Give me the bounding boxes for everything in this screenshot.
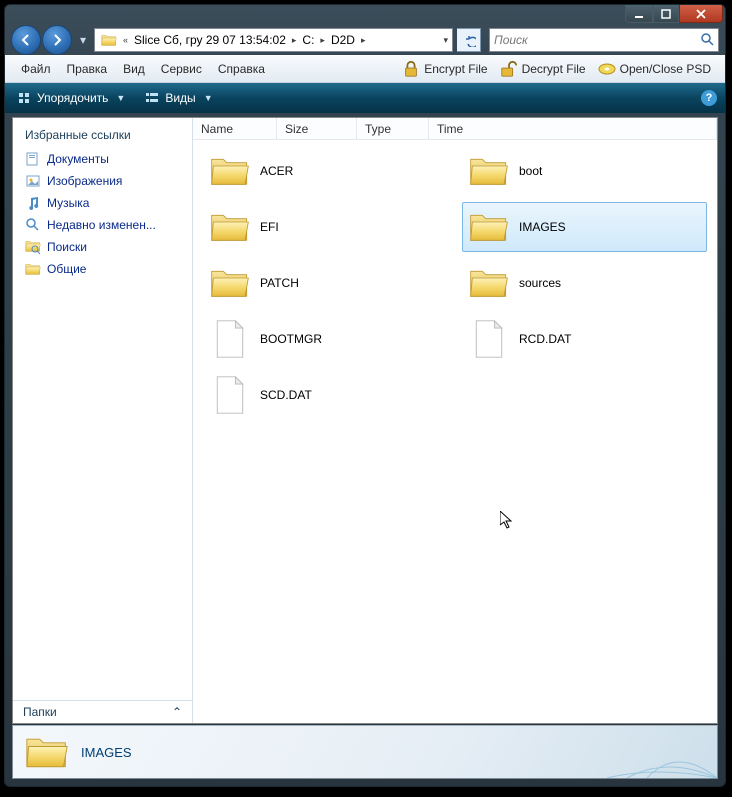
help-button[interactable]: ? xyxy=(701,90,717,106)
fav-link-label: Недавно изменен... xyxy=(47,218,156,232)
folder-icon xyxy=(469,263,509,303)
nav-row: ▾ « Slice Сб, гру 29 07 13:54:02 ▸ C: ▸ … xyxy=(5,25,725,55)
col-size[interactable]: Size xyxy=(277,118,357,139)
disc-icon xyxy=(598,62,616,76)
menu-edit[interactable]: Правка xyxy=(59,58,116,80)
fav-link[interactable]: Поиски xyxy=(13,236,192,258)
folders-toggle[interactable]: Папки ⌃ xyxy=(13,700,192,723)
content-body: Избранные ссылки Документы Изображения Муз… xyxy=(12,117,718,724)
menu-tools[interactable]: Сервис xyxy=(153,58,210,80)
item-label: IMAGES xyxy=(519,220,566,234)
file-item[interactable]: SCD.DAT xyxy=(203,370,448,420)
folder-icon xyxy=(210,151,250,191)
folder-icon xyxy=(469,151,509,191)
organize-button[interactable]: Упорядочить▼ xyxy=(11,89,131,107)
minimize-button[interactable] xyxy=(625,5,653,23)
command-bar: Упорядочить▼ Виды▼ ? xyxy=(5,83,725,113)
column-headers: Name Size Type Time xyxy=(193,118,717,140)
search-icon xyxy=(700,32,714,49)
folder-icon xyxy=(469,207,509,247)
titlebar[interactable] xyxy=(5,5,725,25)
item-label: ACER xyxy=(260,164,293,178)
favorite-links-header: Избранные ссылки xyxy=(13,124,192,148)
folder-item[interactable]: ACER xyxy=(203,146,448,196)
fav-link[interactable]: Изображения xyxy=(13,170,192,192)
details-pane: IMAGES xyxy=(12,725,718,779)
forward-button[interactable] xyxy=(42,25,72,55)
breadcrumb-part: C: xyxy=(298,29,318,51)
item-label: EFI xyxy=(260,220,279,234)
item-label: BOOTMGR xyxy=(260,332,322,346)
music-icon xyxy=(25,195,41,211)
fav-link-label: Музыка xyxy=(47,196,89,210)
menubar: Файл Правка Вид Сервис Справка Encrypt F… xyxy=(5,55,725,83)
fav-link[interactable]: Недавно изменен... xyxy=(13,214,192,236)
item-label: boot xyxy=(519,164,542,178)
folder-item[interactable]: IMAGES xyxy=(462,202,707,252)
list-pane: Name Size Type Time ACER boot EFI IMAGES PAT… xyxy=(193,118,717,723)
file-item[interactable]: BOOTMGR xyxy=(203,314,448,364)
psd-button[interactable]: Open/Close PSD xyxy=(592,60,717,78)
views-icon xyxy=(145,91,159,105)
searchf-icon xyxy=(25,239,41,255)
folder-icon xyxy=(210,207,250,247)
col-time[interactable]: Time xyxy=(429,118,717,139)
breadcrumb-part: D2D xyxy=(327,29,359,51)
decrypt-button[interactable]: Decrypt File xyxy=(494,58,592,80)
maximize-button[interactable] xyxy=(653,5,679,23)
close-button[interactable] xyxy=(679,5,723,23)
item-label: SCD.DAT xyxy=(260,388,312,402)
folder-item[interactable]: EFI xyxy=(203,202,448,252)
folder-icon xyxy=(25,730,69,774)
fav-link[interactable]: Музыка xyxy=(13,192,192,214)
item-label: RCD.DAT xyxy=(519,332,571,346)
fav-link-label: Изображения xyxy=(47,174,122,188)
fav-link-label: Поиски xyxy=(47,240,87,254)
chevron-up-icon: ⌃ xyxy=(172,705,182,719)
file-icon xyxy=(469,319,509,359)
fav-link-label: Документы xyxy=(47,152,109,166)
fav-link[interactable]: Общие xyxy=(13,258,192,280)
file-item[interactable]: RCD.DAT xyxy=(462,314,707,364)
folder-item[interactable]: PATCH xyxy=(203,258,448,308)
file-icon xyxy=(210,375,250,415)
menu-view[interactable]: Вид xyxy=(115,58,153,80)
decorative-swoosh xyxy=(597,725,717,778)
search-icon xyxy=(25,217,41,233)
items-area[interactable]: ACER boot EFI IMAGES PATCH sources BOOTMGR RCD.… xyxy=(193,140,717,723)
back-button[interactable] xyxy=(11,25,41,55)
doc-icon xyxy=(25,151,41,167)
encrypt-button[interactable]: Encrypt File xyxy=(396,58,493,80)
fav-link-label: Общие xyxy=(47,262,86,276)
search-input[interactable] xyxy=(494,33,714,47)
col-type[interactable]: Type xyxy=(357,118,429,139)
pic-icon xyxy=(25,173,41,189)
item-label: PATCH xyxy=(260,276,299,290)
nav-pane: Избранные ссылки Документы Изображения Муз… xyxy=(13,118,193,723)
views-button[interactable]: Виды▼ xyxy=(139,89,218,107)
folder-icon xyxy=(25,261,41,277)
folder-icon xyxy=(210,263,250,303)
folder-item[interactable]: boot xyxy=(462,146,707,196)
address-dropdown-icon[interactable]: ▾ xyxy=(441,35,450,46)
refresh-button[interactable] xyxy=(457,28,481,52)
file-icon xyxy=(210,319,250,359)
organize-icon xyxy=(17,91,31,105)
address-bar[interactable]: « Slice Сб, гру 29 07 13:54:02 ▸ C: ▸ D2… xyxy=(94,28,453,52)
breadcrumb-part: Slice Сб, гру 29 07 13:54:02 xyxy=(130,29,290,51)
nav-history-dropdown[interactable]: ▾ xyxy=(76,33,90,47)
folder-item[interactable]: sources xyxy=(462,258,707,308)
search-box[interactable] xyxy=(489,28,719,52)
col-name[interactable]: Name xyxy=(193,118,277,139)
fav-link[interactable]: Документы xyxy=(13,148,192,170)
item-label: sources xyxy=(519,276,561,290)
menu-help[interactable]: Справка xyxy=(210,58,273,80)
menu-file[interactable]: Файл xyxy=(13,58,59,80)
details-name: IMAGES xyxy=(81,745,132,760)
explorer-window: ▾ « Slice Сб, гру 29 07 13:54:02 ▸ C: ▸ … xyxy=(4,4,726,787)
